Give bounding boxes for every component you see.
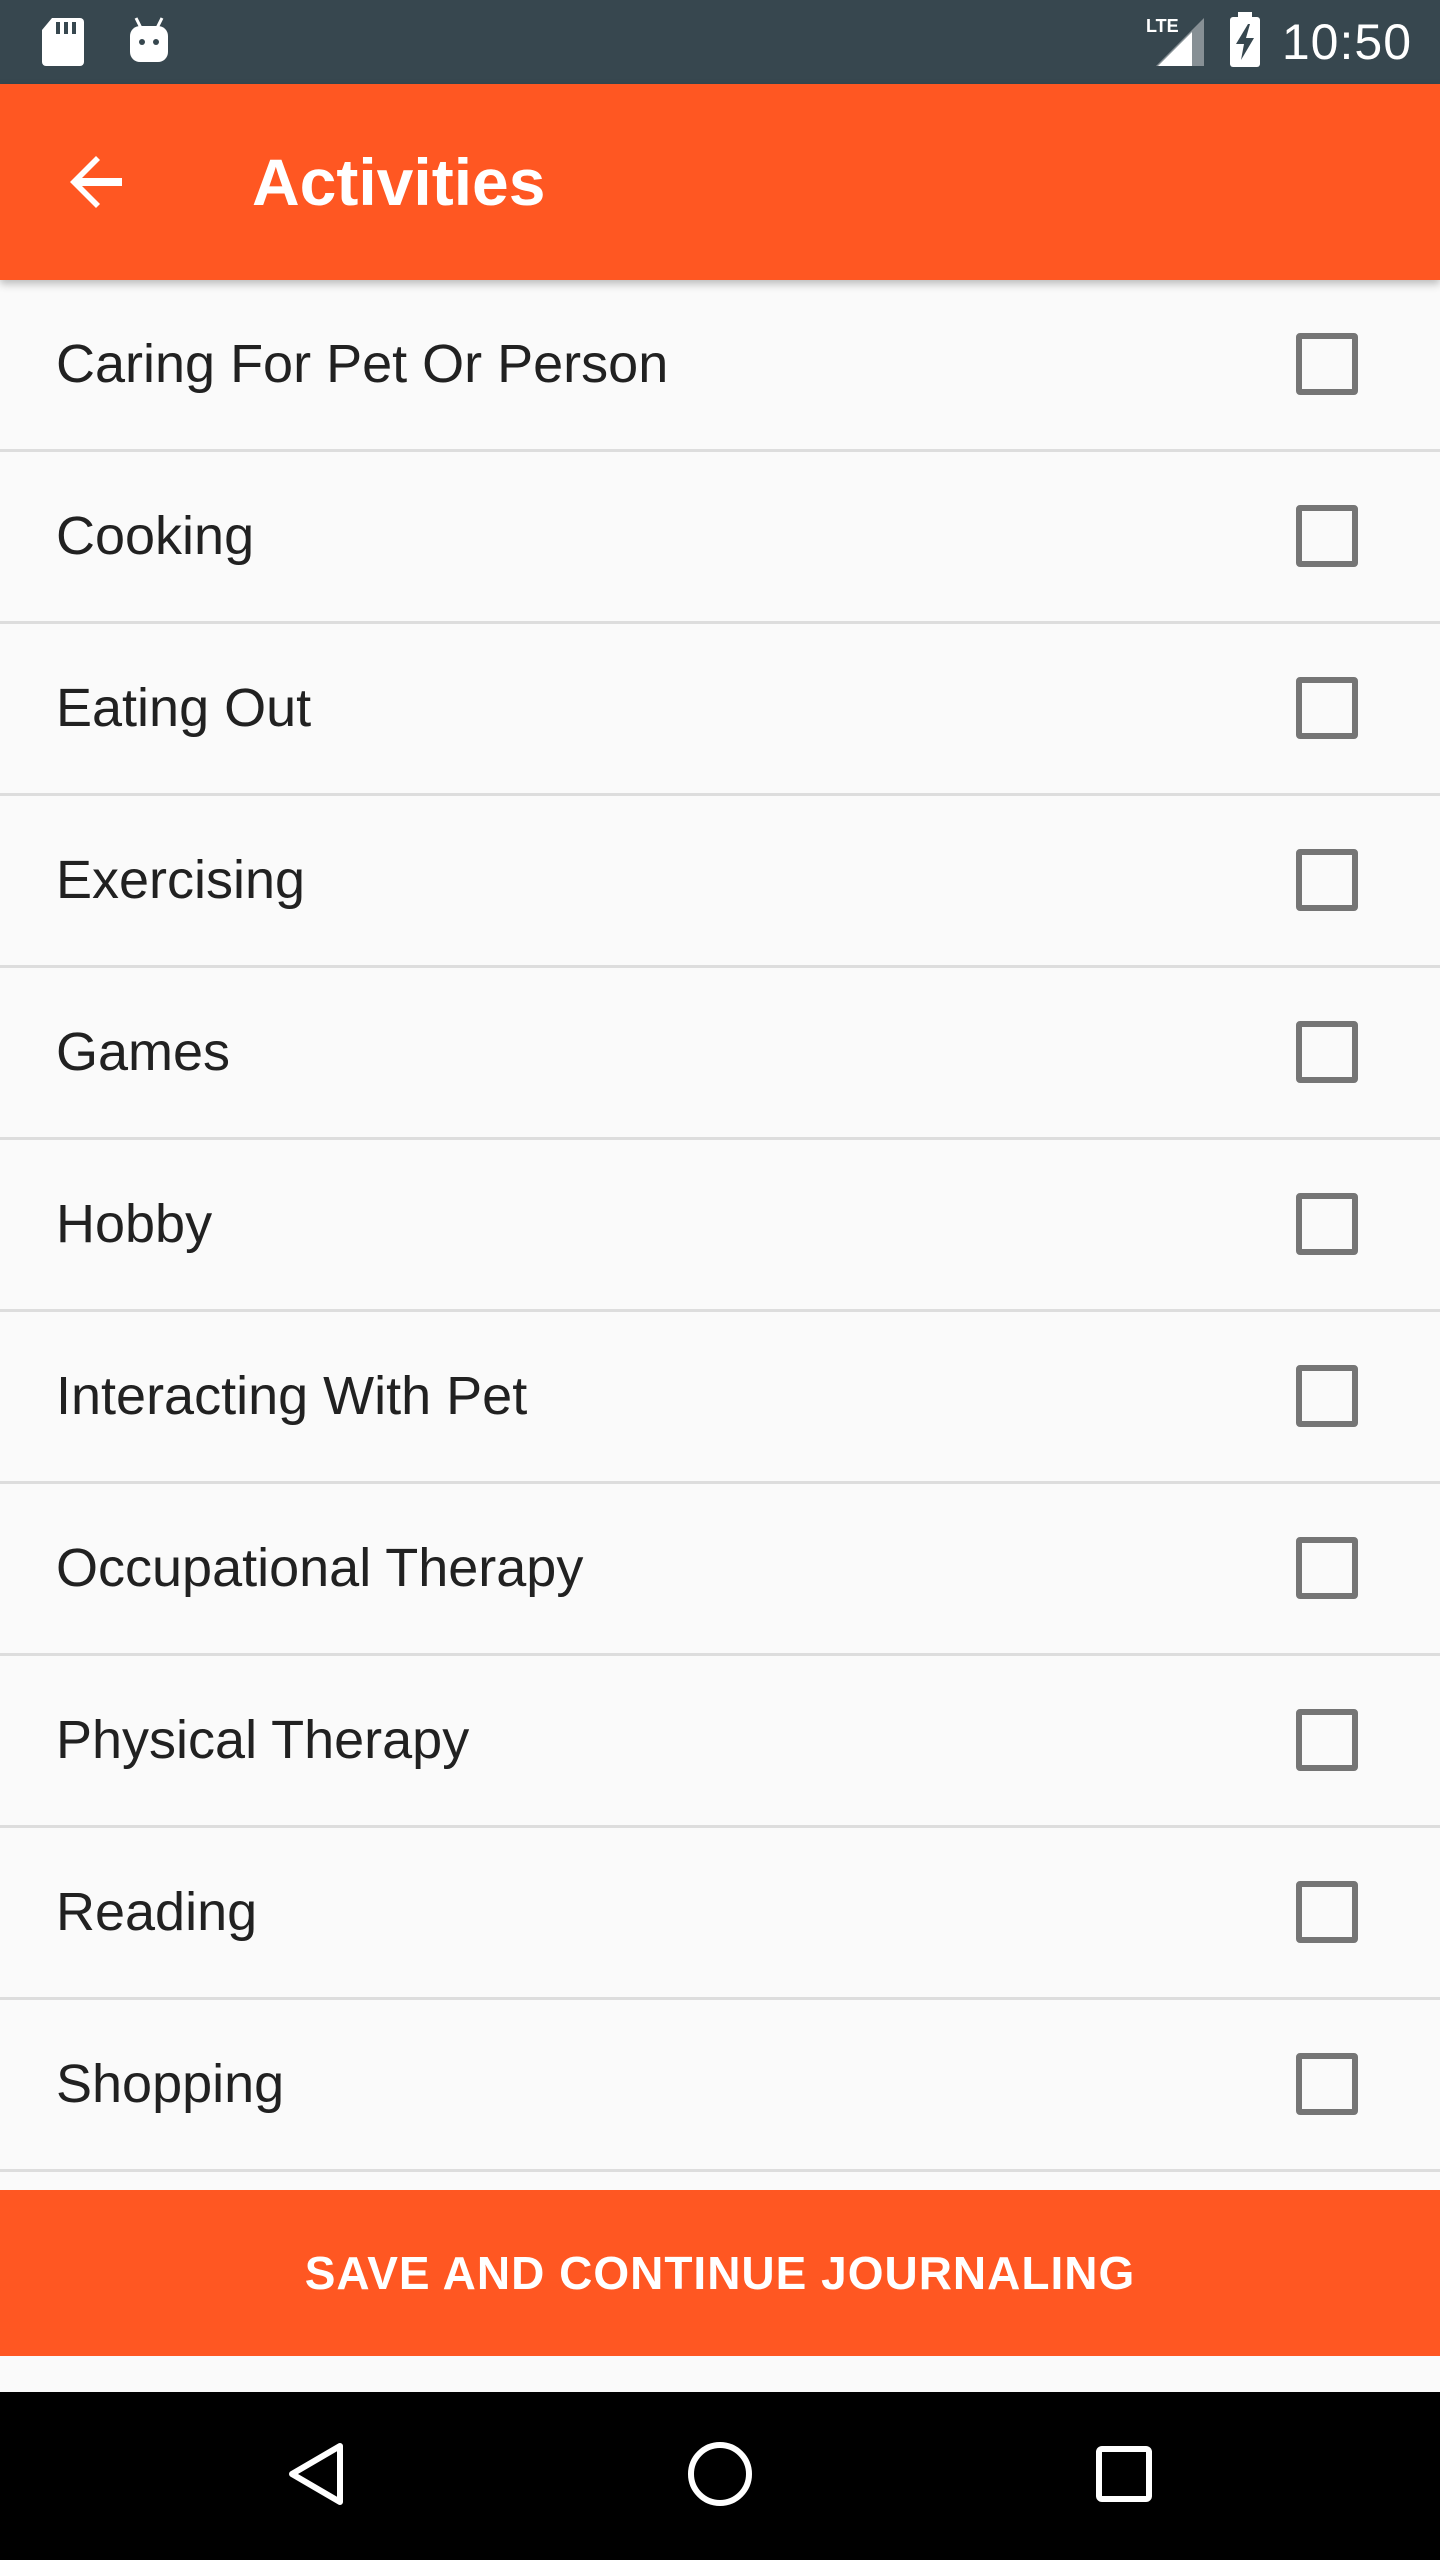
activity-label: Eating Out (56, 678, 312, 738)
activity-checkbox[interactable] (1296, 333, 1358, 395)
lte-signal-icon: LTE (1144, 12, 1208, 73)
activity-checkbox[interactable] (1296, 1193, 1358, 1255)
svg-text:LTE: LTE (1146, 16, 1179, 36)
list-item[interactable]: Eating Out (0, 624, 1440, 796)
activity-label: Caring For Pet Or Person (56, 334, 669, 394)
arrow-back-icon (66, 150, 130, 219)
sd-card-icon (40, 16, 86, 73)
page-title: Activities (252, 145, 546, 219)
activity-checkbox[interactable] (1296, 677, 1358, 739)
recents-square-icon (1094, 2444, 1154, 2509)
activity-label: Reading (56, 1882, 258, 1942)
activity-label: Shopping (56, 2054, 285, 2114)
nav-home-button[interactable] (670, 2426, 770, 2526)
status-bar: LTE 10:50 (0, 0, 1440, 84)
list-item[interactable]: Physical Therapy (0, 1656, 1440, 1828)
nav-back-button[interactable] (266, 2426, 366, 2526)
list-item[interactable]: Games (0, 968, 1440, 1140)
activity-checkbox[interactable] (1296, 1365, 1358, 1427)
activity-checkbox[interactable] (1296, 1537, 1358, 1599)
navigation-bar (0, 2392, 1440, 2560)
list-item[interactable]: Shopping (0, 2000, 1440, 2172)
battery-charging-icon (1228, 11, 1262, 73)
list-item[interactable]: Caring For Pet Or Person (0, 280, 1440, 452)
status-time: 10:50 (1281, 14, 1412, 70)
list-item[interactable]: Cooking (0, 452, 1440, 624)
back-button[interactable] (48, 134, 148, 234)
activity-label: Cooking (56, 506, 255, 566)
activity-label: Occupational Therapy (56, 1538, 584, 1598)
list-item[interactable]: Reading (0, 1828, 1440, 2000)
activity-checkbox[interactable] (1296, 1709, 1358, 1771)
activity-checkbox[interactable] (1296, 2053, 1358, 2115)
back-triangle-icon (284, 2440, 348, 2513)
nav-recents-button[interactable] (1074, 2426, 1174, 2526)
activity-label: Physical Therapy (56, 1710, 470, 1770)
list-item[interactable]: Occupational Therapy (0, 1484, 1440, 1656)
activity-label: Games (56, 1022, 231, 1082)
activity-label: Interacting With Pet (56, 1366, 528, 1426)
activity-checkbox[interactable] (1296, 1881, 1358, 1943)
list-item[interactable]: Hobby (0, 1140, 1440, 1312)
activity-label: Hobby (56, 1194, 213, 1254)
app-bar: Activities (0, 84, 1440, 280)
activity-label: Exercising (56, 850, 306, 910)
activities-list: Caring For Pet Or Person Cooking Eating … (0, 280, 1440, 2172)
activity-checkbox[interactable] (1296, 505, 1358, 567)
home-circle-icon (685, 2439, 755, 2514)
save-and-continue-button[interactable]: SAVE AND CONTINUE JOURNALING (0, 2190, 1440, 2356)
activity-checkbox[interactable] (1296, 849, 1358, 911)
activity-checkbox[interactable] (1296, 1021, 1358, 1083)
list-item[interactable]: Interacting With Pet (0, 1312, 1440, 1484)
android-icon (126, 16, 172, 73)
list-item[interactable]: Exercising (0, 796, 1440, 968)
